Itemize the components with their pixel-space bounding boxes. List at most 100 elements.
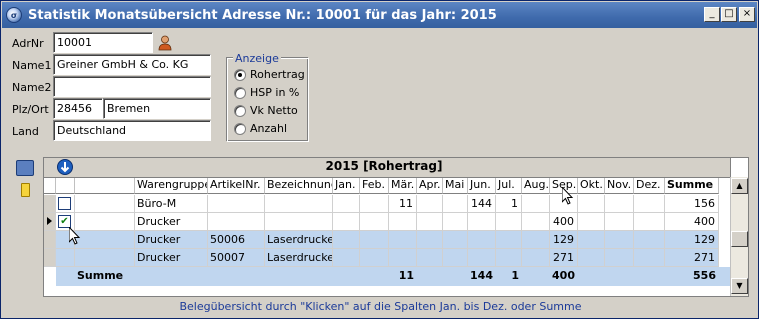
grid-cell[interactable] bbox=[360, 195, 389, 213]
grid-cell[interactable] bbox=[634, 249, 665, 267]
column-header[interactable]: Dez. bbox=[634, 178, 665, 194]
app-icon[interactable]: σ bbox=[6, 7, 22, 23]
grid-cell[interactable] bbox=[605, 213, 634, 231]
scroll-down-button[interactable]: ▼ bbox=[731, 278, 748, 294]
grid-cell[interactable] bbox=[360, 213, 389, 231]
grid-cell[interactable] bbox=[496, 213, 522, 231]
minimize-button[interactable]: _ bbox=[704, 7, 720, 22]
grid-cell[interactable] bbox=[389, 213, 417, 231]
grid-cell[interactable] bbox=[522, 249, 550, 267]
name2-field[interactable] bbox=[53, 76, 211, 97]
grid-cell[interactable] bbox=[578, 231, 605, 249]
summary-cell[interactable] bbox=[443, 267, 468, 285]
grid-cell[interactable] bbox=[417, 213, 443, 231]
grid-cell[interactable] bbox=[578, 195, 605, 213]
grid-cell[interactable] bbox=[333, 231, 360, 249]
anzeige-option[interactable]: Anzahl bbox=[234, 122, 287, 135]
grid-cell[interactable] bbox=[333, 249, 360, 267]
grid-cell[interactable]: 129 bbox=[550, 231, 578, 249]
grid-cell[interactable]: 400 bbox=[665, 213, 719, 231]
anzeige-option[interactable]: Vk Netto bbox=[234, 104, 298, 117]
radio-button[interactable] bbox=[234, 104, 246, 117]
column-header[interactable]: Feb. bbox=[360, 178, 389, 194]
column-header[interactable]: ArtikelNr. bbox=[208, 178, 265, 194]
grid-cell[interactable] bbox=[605, 249, 634, 267]
grid-cell[interactable] bbox=[496, 231, 522, 249]
grid-cell[interactable] bbox=[578, 249, 605, 267]
adrnr-field[interactable]: 10001 bbox=[53, 32, 153, 53]
grid-cell[interactable] bbox=[634, 213, 665, 231]
scroll-thumb[interactable] bbox=[731, 231, 748, 247]
row-indicator[interactable] bbox=[44, 195, 56, 213]
grid-cell[interactable] bbox=[522, 195, 550, 213]
summary-cell[interactable]: 1 bbox=[496, 267, 522, 285]
column-header[interactable]: Aug. bbox=[522, 178, 550, 194]
column-header[interactable]: Mai bbox=[443, 178, 468, 194]
summary-cell[interactable]: 11 bbox=[389, 267, 417, 285]
grid-cell[interactable] bbox=[578, 213, 605, 231]
radio-button[interactable] bbox=[234, 122, 246, 135]
grid-cell[interactable] bbox=[634, 195, 665, 213]
radio-button[interactable] bbox=[234, 86, 246, 99]
row-indicator[interactable] bbox=[44, 249, 56, 267]
summary-cell[interactable] bbox=[634, 267, 665, 285]
anzeige-option[interactable]: HSP in % bbox=[234, 86, 299, 99]
title-bar[interactable]: σ Statistik Monatsübersicht Adresse Nr.:… bbox=[2, 2, 757, 28]
grid-cell[interactable] bbox=[443, 249, 468, 267]
grid-cell[interactable] bbox=[468, 249, 496, 267]
grid-cell[interactable]: 1 bbox=[496, 195, 522, 213]
column-header[interactable]: Jul. bbox=[496, 178, 522, 194]
grid-cell[interactable] bbox=[496, 249, 522, 267]
grid-cell[interactable] bbox=[468, 213, 496, 231]
grid-cell[interactable] bbox=[389, 231, 417, 249]
radio-button[interactable] bbox=[234, 68, 246, 81]
grid-cell[interactable]: 271 bbox=[550, 249, 578, 267]
column-header[interactable]: Warengruppe bbox=[135, 178, 208, 194]
grid-cell[interactable] bbox=[417, 249, 443, 267]
grid-cell[interactable] bbox=[634, 231, 665, 249]
name1-field[interactable]: Greiner GmbH & Co. KG bbox=[53, 54, 211, 75]
land-field[interactable]: Deutschland bbox=[53, 120, 211, 141]
row-indicator[interactable] bbox=[44, 231, 56, 249]
grid-cell[interactable]: 144 bbox=[468, 195, 496, 213]
grid-cell[interactable] bbox=[443, 195, 468, 213]
column-header[interactable]: Jan. bbox=[333, 178, 360, 194]
scroll-up-button[interactable]: ▲ bbox=[731, 178, 748, 194]
plz-field[interactable]: 28456 bbox=[53, 98, 103, 119]
grid-cell[interactable] bbox=[522, 231, 550, 249]
summary-cell[interactable] bbox=[360, 267, 389, 285]
arrow-down-icon[interactable] bbox=[57, 159, 73, 175]
column-header[interactable]: Apr. bbox=[417, 178, 443, 194]
column-header[interactable]: Nov. bbox=[605, 178, 634, 194]
anzeige-option[interactable]: Rohertrag bbox=[234, 68, 305, 81]
grid-cell[interactable] bbox=[417, 195, 443, 213]
grid-cell[interactable] bbox=[605, 195, 634, 213]
summary-cell[interactable] bbox=[605, 267, 634, 285]
summary-cell[interactable] bbox=[522, 267, 550, 285]
grid-cell[interactable] bbox=[389, 249, 417, 267]
close-button[interactable]: × bbox=[739, 7, 755, 22]
export-icon[interactable] bbox=[16, 160, 34, 176]
grid-cell[interactable] bbox=[443, 231, 468, 249]
column-header[interactable]: Bezeichnung bbox=[265, 178, 333, 194]
ort-field[interactable]: Bremen bbox=[103, 98, 211, 119]
note-icon[interactable] bbox=[21, 183, 30, 197]
grid-cell[interactable]: 11 bbox=[389, 195, 417, 213]
summary-cell[interactable] bbox=[417, 267, 443, 285]
person-icon[interactable] bbox=[158, 35, 172, 51]
grid-cell[interactable] bbox=[333, 195, 360, 213]
column-header[interactable]: Okt. bbox=[578, 178, 605, 194]
grid-cell[interactable] bbox=[417, 231, 443, 249]
grid-cell[interactable]: 129 bbox=[665, 231, 719, 249]
grid-cell[interactable] bbox=[468, 231, 496, 249]
summary-cell[interactable]: 400 bbox=[550, 267, 578, 285]
grid-cell[interactable] bbox=[360, 249, 389, 267]
maximize-button[interactable]: □ bbox=[721, 7, 737, 22]
summary-cell[interactable] bbox=[578, 267, 605, 285]
grid-cell[interactable]: 271 bbox=[665, 249, 719, 267]
grid-cell[interactable] bbox=[443, 213, 468, 231]
summary-cell[interactable]: 144 bbox=[468, 267, 496, 285]
row-checkbox[interactable] bbox=[58, 197, 71, 210]
vertical-scrollbar[interactable]: ▲ ▼ bbox=[730, 177, 748, 296]
grid-cell[interactable] bbox=[360, 231, 389, 249]
